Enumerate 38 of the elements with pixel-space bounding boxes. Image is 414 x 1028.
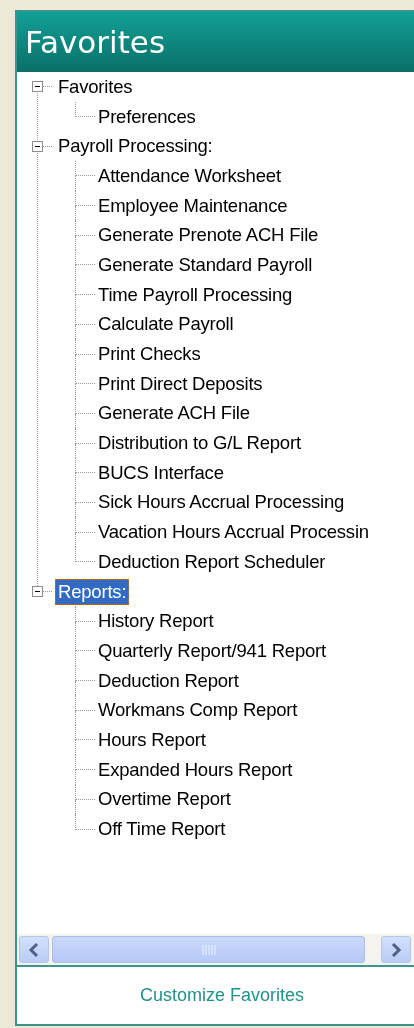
horizontal-scrollbar[interactable] — [17, 934, 414, 967]
tree-item[interactable]: BUCS Interface — [95, 459, 227, 486]
tree-item[interactable]: Preferences — [95, 103, 199, 130]
tree-item[interactable]: Generate ACH File — [95, 400, 253, 427]
tree-item[interactable]: Time Payroll Processing — [95, 281, 296, 308]
tree-item[interactable]: Deduction Report Scheduler — [95, 548, 329, 575]
tree-item[interactable]: Hours Report — [95, 726, 209, 753]
grip-icon — [201, 943, 216, 956]
collapse-toggle[interactable] — [32, 586, 43, 598]
chevron-right-icon — [389, 941, 403, 958]
scroll-right-button[interactable] — [381, 936, 411, 963]
tree-item[interactable]: Favorites — [55, 73, 136, 100]
tree-item[interactable]: Calculate Payroll — [95, 311, 237, 338]
tree-item[interactable]: Overtime Report — [95, 786, 234, 813]
tree-item[interactable]: Print Direct Deposits — [95, 370, 266, 397]
tree-item[interactable]: History Report — [95, 608, 217, 635]
tree-item[interactable]: Generate Prenote ACH File — [95, 222, 322, 249]
tree-item[interactable]: Quarterly Report/941 Report — [95, 637, 330, 664]
tree-item[interactable]: Payroll Processing: — [55, 133, 216, 160]
tree-item[interactable]: Reports: — [55, 578, 130, 605]
scroll-thumb[interactable] — [52, 936, 365, 963]
collapse-toggle[interactable] — [32, 140, 43, 152]
tree-item[interactable]: Sick Hours Accrual Processing — [95, 489, 348, 516]
scroll-left-button[interactable] — [19, 936, 49, 963]
tree-item[interactable]: Employee Maintenance — [95, 192, 291, 219]
tree-item[interactable]: Generate Standard Payroll — [95, 251, 316, 278]
tree-item[interactable]: Print Checks — [95, 341, 204, 368]
chevron-left-icon — [27, 941, 41, 958]
panel-title: Favorites — [25, 24, 166, 60]
tree-item[interactable]: Workmans Comp Report — [95, 697, 301, 724]
tree-item[interactable]: Off Time Report — [95, 816, 229, 843]
tree-item[interactable]: Deduction Report — [95, 667, 242, 694]
tree-item[interactable]: Vacation Hours Accrual Processin — [95, 519, 372, 546]
tree-item[interactable]: Attendance Worksheet — [95, 162, 284, 189]
collapse-toggle[interactable] — [32, 81, 43, 93]
tree-item[interactable]: Distribution to G/L Report — [95, 430, 304, 457]
customize-favorites-link[interactable]: Customize Favorites — [139, 985, 305, 1006]
tree-item[interactable]: Expanded Hours Report — [95, 756, 296, 783]
